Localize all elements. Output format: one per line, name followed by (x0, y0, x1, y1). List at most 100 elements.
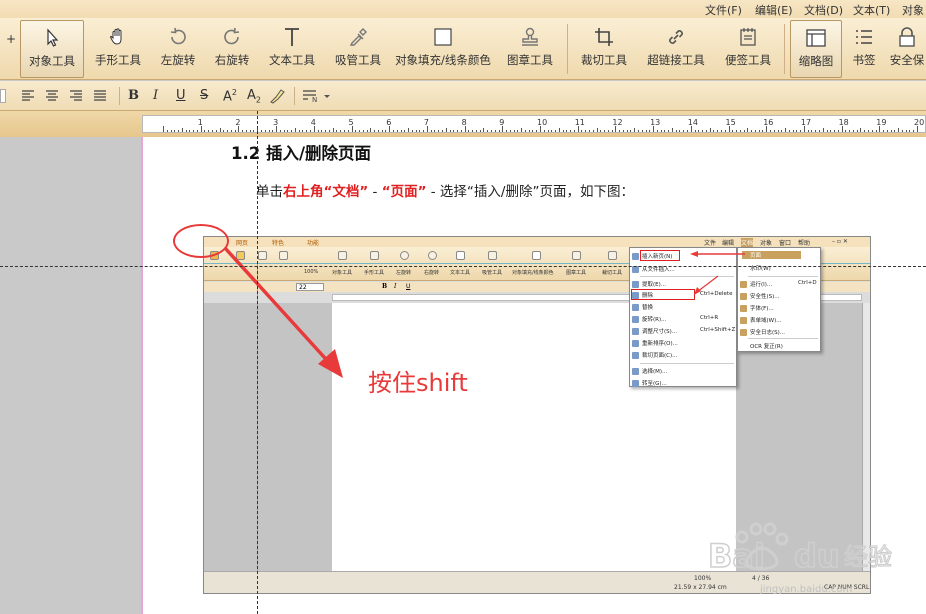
ruler-tick (163, 126, 164, 132)
strikethrough-button[interactable]: S (200, 88, 208, 103)
ruler-number: 3 (273, 118, 279, 127)
shot-tool-label: 文本工具 (450, 270, 471, 276)
shot-menu-entry: 选择(M)... (642, 369, 668, 375)
shot-font-size: 22 (296, 283, 324, 291)
ruler-tick (381, 130, 383, 132)
text-tool-button[interactable]: 文本工具 (262, 20, 322, 78)
shot-menu-separator (640, 363, 734, 364)
ruler-tick (811, 130, 813, 132)
ruler-tick (298, 130, 300, 132)
shot-menu-item: 帮助 (798, 240, 811, 247)
ruler-tick (743, 130, 745, 132)
highlight-box-insert (640, 250, 680, 261)
main-toolbar: + 对象工具 手形工具 左旋转 右旋转 文本工具 吸管工具 对象填充/线条颜色 … (0, 18, 926, 80)
sticky-note-tool-button[interactable]: 便签工具 (718, 20, 778, 78)
fill-color-tool-button[interactable]: 对象填充/线条颜色 (392, 20, 494, 78)
ruler-tick (242, 130, 244, 132)
ruler-tick (558, 128, 560, 132)
shot-print-icon (258, 251, 267, 260)
tool-label: 裁切工具 (581, 53, 627, 67)
italic-button[interactable]: I (153, 88, 158, 103)
eyedropper-tool-button[interactable]: 吸管工具 (328, 20, 388, 78)
rotate-left-button[interactable]: 左旋转 (152, 20, 204, 78)
ruler-tick (747, 128, 749, 132)
ruler-number: 13 (650, 118, 661, 127)
bold-button[interactable]: B (128, 88, 139, 103)
align-left-icon (22, 90, 34, 101)
crop-tool-button[interactable]: 裁切工具 (574, 20, 634, 78)
shot-menu-entry: 转至(G)... (642, 381, 667, 387)
ruler-tick (773, 130, 775, 132)
stamp-tool-button[interactable]: 图章工具 (500, 20, 560, 78)
fill-color-icon (434, 28, 452, 46)
underline-button[interactable]: U (176, 88, 186, 103)
ruler-tick (837, 130, 839, 132)
ruler-tick (396, 130, 398, 132)
shot-menu-icon (740, 329, 747, 336)
ruler-tick (683, 130, 685, 132)
ruler-tick (506, 130, 508, 132)
shot-menu-entry: 旋转(R)... (642, 317, 667, 323)
toolbar-expand-button[interactable]: + (6, 32, 16, 46)
subscript-label: A (247, 88, 256, 103)
tool-label: 吸管工具 (335, 53, 381, 67)
thumbnail-button[interactable]: 缩略图 (790, 20, 842, 78)
ruler-tick (562, 130, 564, 132)
tool-label: 图章工具 (507, 53, 553, 67)
ruler-tick (638, 130, 640, 132)
superscript-button[interactable]: A2 (223, 88, 237, 104)
shot-menu-shortcut: Ctrl+D (798, 280, 817, 286)
menu-file[interactable]: 文件(F) (705, 2, 742, 18)
ruler-tick (856, 130, 858, 132)
font-size-dropdown-edge[interactable] (0, 89, 6, 103)
ruler-tick (883, 130, 885, 132)
ruler-tick (362, 130, 364, 132)
ruler-tick (332, 128, 334, 132)
ruler-tick (886, 130, 888, 132)
stamp-icon (522, 27, 538, 46)
hyperlink-tool-button[interactable]: 超链接工具 (640, 20, 712, 78)
ruler-tick (875, 130, 877, 132)
ruler-tick (178, 130, 180, 132)
ruler-tick (754, 130, 756, 132)
menu-text[interactable]: 文本(T) (853, 2, 890, 18)
tool-label: 左旋转 (160, 53, 196, 67)
menu-edit[interactable]: 编辑(E) (755, 2, 793, 18)
object-tool-button[interactable]: 对象工具 (20, 20, 84, 78)
ruler-number: 4 (310, 118, 316, 127)
format-separator (294, 87, 295, 105)
ruler-tick (359, 130, 361, 132)
ruler-tick (223, 130, 225, 132)
subscript-button[interactable]: A2 (247, 88, 261, 105)
ruler-tick (551, 130, 553, 132)
ruler-tick (370, 128, 372, 132)
highlight-box-delete (631, 289, 695, 300)
ruler-tick (732, 130, 734, 132)
sticky-note-icon (740, 28, 756, 46)
menu-document[interactable]: 文档(D) (804, 2, 843, 18)
ruler-tick (570, 130, 572, 132)
ruler-tick (604, 130, 606, 132)
shot-menu-icon (740, 293, 747, 300)
bookmark-button[interactable]: 书签 (846, 20, 882, 78)
menu-object[interactable]: 对象 (902, 2, 924, 18)
ruler-tick (573, 130, 575, 132)
para-text: - 选择“插入/删除”页面，如下图： (426, 184, 634, 200)
shot-menu-entry: 提取(E)... (642, 282, 667, 288)
svg-text:du: du (794, 537, 840, 575)
format-separator (119, 87, 120, 105)
ruler-tick (193, 130, 195, 132)
ruler-tick (438, 130, 440, 132)
tool-label: 超链接工具 (647, 53, 705, 67)
ruler-tick (694, 130, 696, 132)
rotate-right-button[interactable]: 右旋转 (206, 20, 258, 78)
ruler-tick (619, 130, 621, 132)
highlighter-icon[interactable] (268, 87, 288, 105)
security-button[interactable]: 安全保 (888, 20, 926, 78)
shot-tool-icon (488, 251, 497, 260)
shot-menu-separator (748, 276, 818, 277)
hand-tool-button[interactable]: 手形工具 (88, 20, 148, 78)
para-text: - (368, 184, 382, 200)
ruler-tick (483, 128, 485, 132)
ruler-tick (181, 128, 183, 132)
